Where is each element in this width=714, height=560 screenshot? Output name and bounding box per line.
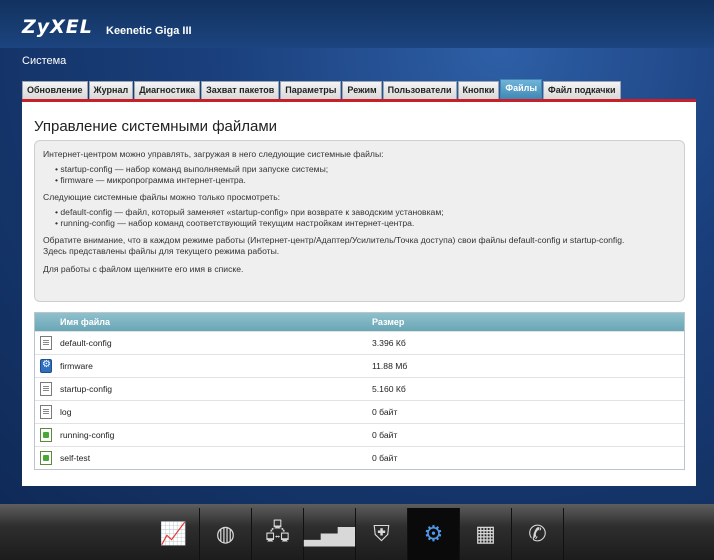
file-name-link[interactable]: self-test — [60, 453, 372, 463]
shield-icon[interactable]: ⛨ — [356, 508, 408, 560]
globe-icon[interactable]: ◍ — [200, 508, 252, 560]
info-paragraph: Интернет-центром можно управлять, загруж… — [43, 149, 384, 159]
tab-log[interactable]: Журнал — [88, 81, 134, 99]
file-name-link[interactable]: log — [60, 407, 372, 417]
table-row[interactable]: default-config 3.396 Кб — [35, 331, 684, 354]
table-header: Имя файла Размер — [35, 313, 684, 331]
taskbar-icons: 📈 ◍ 🖧 ▂▄▆ ⛨ ⚙ ▦ ✆ — [148, 508, 564, 560]
document-icon — [40, 382, 52, 396]
firmware-gear-icon — [40, 359, 52, 373]
file-name-link[interactable]: default-config — [60, 338, 372, 348]
signal-bars-icon[interactable]: ▂▄▆ — [304, 508, 356, 560]
info-list-view: default-config — файл, который заменяет … — [55, 207, 676, 229]
table-row[interactable]: log 0 байт — [35, 400, 684, 423]
document-icon — [40, 405, 52, 419]
network-computers-icon[interactable]: 🖧 — [252, 508, 304, 560]
table-row[interactable]: firmware 11.88 Мб — [35, 354, 684, 377]
file-name-link[interactable]: startup-config — [60, 384, 372, 394]
file-size: 0 байт — [372, 453, 398, 463]
brand-logo: ZyXEL — [22, 16, 93, 38]
content-panel: Управление системными файлами Интернет-ц… — [22, 102, 696, 486]
file-name-link[interactable]: running-config — [60, 430, 372, 440]
tab-update[interactable]: Обновление — [22, 81, 88, 99]
phone-chat-icon[interactable]: ✆ — [512, 508, 564, 560]
tab-parameters[interactable]: Параметры — [280, 81, 342, 99]
column-header-size[interactable]: Размер — [372, 317, 684, 327]
file-size: 0 байт — [372, 407, 398, 417]
section-title: Система — [22, 55, 67, 67]
info-list-item: startup-config — набор команд выполняемы… — [55, 164, 676, 175]
files-table: Имя файла Размер default-config 3.396 Кб… — [34, 312, 685, 470]
page-title: Управление системными файлами — [34, 118, 278, 135]
info-paragraph: Следующие системные файлы можно только п… — [43, 192, 281, 202]
tab-swap-file[interactable]: Файл подкачки — [543, 81, 621, 99]
info-list-upload: startup-config — набор команд выполняемы… — [55, 164, 676, 186]
document-icon — [40, 336, 52, 350]
tab-files[interactable]: Файлы — [500, 79, 543, 99]
info-list-item: firmware — микропрограмма интернет-центр… — [55, 175, 676, 186]
apps-grid-icon[interactable]: ▦ — [460, 508, 512, 560]
tab-users[interactable]: Пользователи — [382, 81, 457, 99]
tab-packet-capture[interactable]: Захват пакетов — [201, 81, 280, 99]
monitor-chart-icon[interactable]: 📈 — [148, 508, 200, 560]
info-box: Интернет-центром можно управлять, загруж… — [34, 140, 685, 302]
file-size: 0 байт — [372, 430, 398, 440]
info-paragraph: Здесь представлены файлы для текущего ре… — [43, 246, 280, 256]
running-document-icon — [40, 451, 52, 465]
file-size: 11.88 Мб — [372, 361, 408, 371]
device-model: Keenetic Giga III — [106, 25, 192, 37]
table-row[interactable]: self-test 0 байт — [35, 446, 684, 469]
table-row[interactable]: startup-config 5.160 Кб — [35, 377, 684, 400]
file-size: 5.160 Кб — [372, 384, 406, 394]
settings-gear-icon[interactable]: ⚙ — [408, 508, 460, 560]
tab-buttons[interactable]: Кнопки — [457, 81, 500, 99]
tab-bar: Обновление Журнал Диагностика Захват пак… — [22, 79, 621, 99]
column-header-name[interactable]: Имя файла — [35, 317, 372, 327]
table-row[interactable]: running-config 0 байт — [35, 423, 684, 446]
file-size: 3.396 Кб — [372, 338, 406, 348]
file-name-link[interactable]: firmware — [60, 361, 372, 371]
tab-diagnostics[interactable]: Диагностика — [134, 81, 201, 99]
info-paragraph: Обратите внимание, что в каждом режиме р… — [43, 235, 625, 245]
info-list-item: default-config — файл, который заменяет … — [55, 207, 676, 218]
info-paragraph: Для работы с файлом щелкните его имя в с… — [43, 264, 244, 274]
info-list-item: running-config — набор команд соответств… — [55, 218, 676, 229]
tab-mode[interactable]: Режим — [342, 81, 382, 99]
running-document-icon — [40, 428, 52, 442]
header-bar — [0, 0, 714, 48]
